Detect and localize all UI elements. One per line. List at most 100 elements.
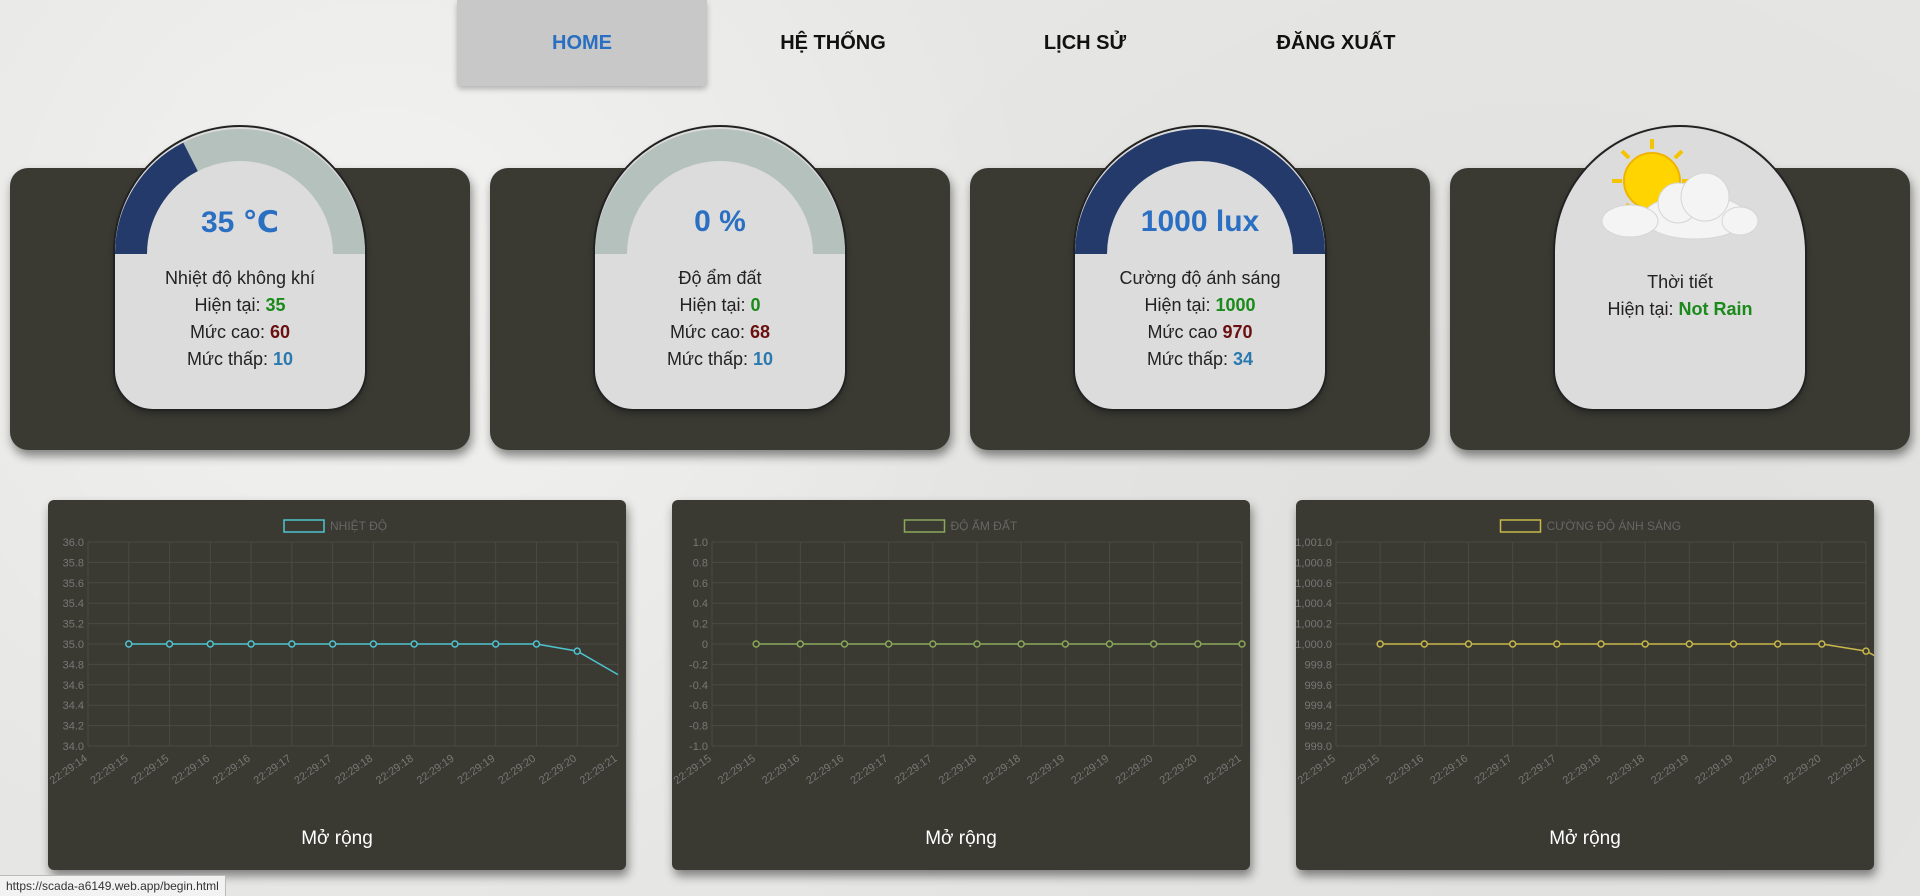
x-tick-label: 22:29:15	[1340, 753, 1382, 787]
data-point	[573, 647, 581, 655]
y-tick-label: 0.4	[693, 598, 708, 610]
x-tick-label: 22:29:16	[170, 753, 212, 787]
x-tick-label: 22:29:20	[537, 753, 579, 787]
data-point	[247, 640, 255, 648]
x-tick-label: 22:29:14	[48, 753, 90, 787]
y-tick-label: 35.4	[63, 598, 84, 610]
x-tick-label: 22:29:19	[415, 753, 457, 787]
light-title: Cường độ ánh sáng	[1119, 268, 1281, 288]
soil-chart-panel: ĐỘ ẨM ĐẤT 1.0 0.8 0.6 0.4 0.2 0 -0.2 -0.4 -0.6 -0.…	[672, 500, 1250, 870]
top-navigation: HOME HỆ THỐNG LỊCH SỬ ĐĂNG XUẤT	[0, 0, 1920, 90]
data-point	[1238, 640, 1246, 648]
data-point	[796, 640, 805, 648]
data-point	[1508, 640, 1517, 648]
y-tick-label: 1,001.0	[1296, 537, 1332, 549]
x-tick-label: 22:29:16	[1428, 753, 1470, 787]
soil-low: 10	[753, 349, 774, 369]
data-point	[1729, 640, 1738, 648]
x-tick-label: 22:29:18	[333, 753, 375, 787]
y-tick-label: 1,000.2	[1296, 619, 1332, 631]
data-point	[1685, 640, 1694, 648]
light-chart-panel: CƯỜNG ĐỘ ÁNH SÁNG 1,001.0 1,000.8 1,000.6 1,…	[1296, 500, 1874, 870]
y-tick-label: -0.6	[689, 700, 708, 712]
x-tick-label: 22:29:16	[211, 753, 253, 787]
temperature-value: 35 ℃	[200, 206, 280, 239]
x-tick-label: 22:29:16	[1384, 753, 1426, 787]
temperature-gauge-arc	[115, 129, 365, 255]
x-tick-label: 22:29:15	[672, 753, 714, 787]
light-low-row: Mức thấp: 34	[1075, 346, 1325, 373]
weather-info: Thời tiết Hiện tại: Not Rain	[1555, 269, 1805, 323]
data-point	[410, 640, 418, 648]
light-high: 970	[1222, 322, 1253, 342]
data-point	[1017, 640, 1025, 648]
weather-title: Thời tiết	[1647, 272, 1713, 292]
x-tick-label: 22:29:20	[1113, 753, 1155, 787]
nav-home[interactable]: HOME	[457, 0, 707, 86]
y-tick-label: 35.0	[63, 639, 84, 651]
x-tick-label: 22:29:19	[1693, 753, 1735, 787]
light-now-row: Hiện tại: 1000	[1075, 292, 1325, 319]
y-tick-label: 999.6	[1304, 680, 1332, 692]
x-tick-label: 22:29:20	[1158, 753, 1200, 787]
y-tick-label: 34.2	[63, 721, 84, 733]
temperature-chart-panel: NHIỆT ĐỘ 36.0 35.8 35.6 35.4 35.2 35.0 34.8 34.6…	[48, 500, 626, 870]
nav-logout[interactable]: ĐĂNG XUẤT	[1211, 0, 1461, 86]
data-point	[1818, 640, 1826, 648]
data-point	[328, 640, 337, 648]
data-point	[1105, 640, 1114, 648]
now-label: Hiện tại:	[194, 295, 266, 315]
light-now: 1000	[1215, 295, 1256, 315]
y-tick-label: 1,000.4	[1296, 598, 1332, 610]
data-point	[840, 640, 849, 648]
data-point	[1061, 640, 1070, 648]
temperature-low: 10	[273, 349, 294, 369]
x-tick-label: 22:29:17	[1517, 753, 1559, 787]
y-tick-label: 1,000.0	[1296, 639, 1332, 651]
y-tick-label: 34.6	[63, 680, 84, 692]
data-point	[1597, 640, 1605, 648]
soil-now-row: Hiện tại: 0	[595, 292, 845, 319]
y-tick-label: 34.8	[63, 659, 84, 671]
y-tick-label: -0.2	[689, 659, 708, 671]
x-tick-label: 22:29:21	[578, 753, 620, 787]
data-point	[165, 640, 174, 648]
x-tick-label: 22:29:21	[1826, 753, 1868, 787]
now-label: Hiện tại:	[1144, 295, 1216, 315]
y-tick-label: 0.6	[693, 578, 708, 590]
nav-system[interactable]: HỆ THỐNG	[708, 0, 958, 86]
temperature-chart: NHIỆT ĐỘ 36.0 35.8 35.6 35.4 35.2 35.0 34.8 34.6…	[48, 518, 620, 787]
soil-chart: ĐỘ ẨM ĐẤT 1.0 0.8 0.6 0.4 0.2 0 -0.2 -0.4 -0.6 -0.…	[672, 518, 1246, 787]
now-label: Hiện tại:	[1607, 299, 1679, 319]
x-tick-label: 22:29:17	[893, 753, 935, 787]
x-tick-label: 22:29:18	[374, 753, 416, 787]
y-tick-label: 1,000.6	[1296, 578, 1332, 590]
data-point	[288, 640, 296, 648]
legend-label: NHIỆT ĐỘ	[330, 518, 387, 533]
status-bar-url: https://scada-a6149.web.app/begin.html	[0, 875, 226, 896]
soil-gauge-arc	[595, 129, 845, 255]
x-tick-label: 22:29:15	[129, 753, 171, 787]
expand-soil-button[interactable]: Mở rộng	[672, 828, 1250, 850]
expand-temperature-button[interactable]: Mở rộng	[48, 828, 626, 850]
low-label: Mức thấp:	[1146, 349, 1234, 369]
y-tick-label: 999.2	[1304, 721, 1332, 733]
x-tick-label: 22:29:19	[1649, 753, 1691, 787]
temperature-gauge: 35 ℃ Nhiệt độ không khí Hiện tại: 35 Mức…	[115, 127, 365, 409]
data-point	[491, 640, 500, 648]
data-point	[1773, 640, 1782, 648]
y-tick-label: 999.4	[1304, 700, 1332, 712]
series-line	[1380, 643, 1874, 657]
data-point	[125, 640, 133, 648]
temperature-low-row: Mức thấp: 10	[115, 346, 365, 373]
x-tick-label: 22:29:18	[937, 753, 979, 787]
nav-history[interactable]: LỊCH SỬ	[960, 0, 1210, 86]
y-tick-label: 36.0	[63, 537, 84, 549]
legend-label: CƯỜNG ĐỘ ÁNH SÁNG	[1547, 518, 1682, 533]
expand-light-button[interactable]: Mở rộng	[1296, 828, 1874, 850]
data-point	[1149, 640, 1158, 648]
light-high-row: Mức cao 970	[1075, 319, 1325, 346]
data-point	[1553, 640, 1561, 648]
y-tick-label: 0.2	[693, 619, 708, 631]
x-tick-label: 22:29:18	[1561, 753, 1603, 787]
